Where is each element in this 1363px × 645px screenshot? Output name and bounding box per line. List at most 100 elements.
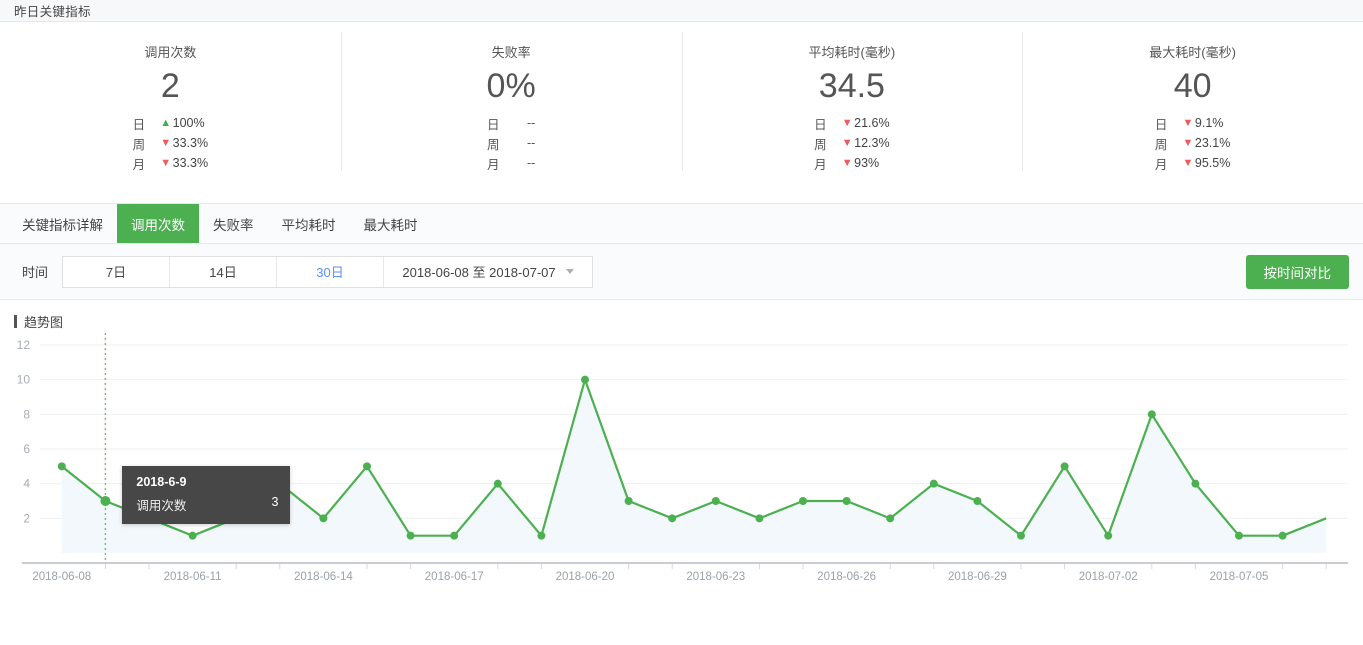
trend-delta-value: -- — [526, 136, 536, 150]
trend-period-label: 周 — [814, 137, 827, 152]
chart-data-point[interactable] — [57, 462, 66, 471]
trend-period-label: 月 — [486, 157, 500, 172]
range-preset-button[interactable]: 30日 — [277, 256, 385, 287]
trend-delta-value: -- — [526, 116, 536, 130]
trend-delta-value: 33.3% — [172, 136, 209, 150]
trend-delta-value: 93% — [854, 156, 880, 170]
x-axis-tick-label: 2018-06-20 — [556, 571, 615, 583]
chart-data-point[interactable] — [537, 531, 546, 540]
x-axis-tick-label: 2018-06-23 — [686, 571, 745, 583]
chart-data-point[interactable] — [1017, 531, 1025, 540]
chart-data-point[interactable] — [319, 514, 328, 523]
tab-item[interactable]: 平均耗时 — [268, 204, 350, 243]
chart-data-point[interactable] — [493, 479, 502, 488]
metric-trend-row: 月 ▼ 93% — [814, 153, 889, 173]
x-axis-tick-label: 2018-06-11 — [164, 571, 222, 583]
trend-down-arrow-icon: ▼ — [841, 117, 853, 129]
chart-data-point[interactable] — [232, 514, 241, 523]
trend-down-arrow-icon: ▼ — [160, 157, 172, 169]
metric-tab-bar: 关键指标详解 调用次数 失败率 平均耗时 最大耗时 — [0, 204, 1363, 244]
x-axis-tick-label: 2018-07-02 — [1079, 571, 1138, 583]
chart-data-point[interactable] — [929, 479, 938, 488]
trend-down-arrow-icon: ▼ — [1182, 137, 1194, 149]
chart-data-point[interactable] — [363, 462, 371, 471]
chart-area-fill — [61, 379, 1327, 553]
metric-card-label: 调用次数 — [144, 45, 197, 60]
trend-period-label: 日 — [814, 117, 827, 132]
chart-data-point[interactable] — [1191, 479, 1200, 488]
trend-period-label: 周 — [486, 137, 500, 152]
trend-period-label: 日 — [1154, 117, 1168, 132]
time-filter-label: 时间 — [22, 265, 49, 280]
y-axis-tick-label: 2 — [23, 511, 30, 525]
metric-trend-row: 日 -- — [487, 113, 535, 133]
metric-card-value: 40 — [1173, 67, 1212, 105]
chevron-down-icon — [565, 269, 574, 274]
chart-data-point[interactable] — [711, 497, 720, 505]
tab-item[interactable]: 失败率 — [199, 204, 268, 243]
chart-data-point[interactable] — [275, 479, 284, 488]
chart-data-point[interactable] — [145, 514, 153, 523]
metric-trend-row: 周 -- — [487, 133, 535, 153]
trend-delta-value: 23.1% — [1194, 136, 1231, 150]
x-axis-tick-label: 2018-06-14 — [294, 571, 353, 583]
metric-trend-row: 日 ▼ 9.1% — [1155, 113, 1230, 133]
trend-up-arrow-icon: ▲ — [160, 117, 172, 129]
chart-data-point[interactable] — [1278, 531, 1287, 540]
chart-data-point[interactable] — [842, 497, 851, 505]
metric-trend-row: 周 ▼ 23.1% — [1155, 133, 1230, 153]
trend-down-arrow-icon: ▼ — [841, 157, 853, 169]
trend-delta-value: 21.6% — [854, 116, 890, 130]
range-preset-button[interactable]: 7日 — [63, 256, 171, 287]
date-range-picker[interactable]: 2018-06-08 至 2018-07-07 — [384, 257, 592, 287]
trend-delta-value: 12.3% — [854, 136, 890, 150]
compare-by-time-button[interactable]: 按时间对比 — [1245, 254, 1349, 289]
metric-trend-row: 周 ▼ 33.3% — [133, 133, 208, 153]
metric-card-value: 2 — [160, 67, 180, 105]
trend-period-label: 周 — [132, 137, 146, 152]
chart-section-title: 趋势图 — [24, 315, 64, 330]
chart-data-point[interactable] — [1235, 531, 1243, 540]
chart-data-point[interactable] — [624, 497, 633, 505]
x-axis-tick-label: 2018-06-29 — [948, 571, 1007, 583]
chart-data-point[interactable] — [755, 514, 764, 523]
chart-data-point[interactable] — [100, 496, 111, 506]
tab-item[interactable]: 关键指标详解 — [8, 204, 117, 243]
chart-data-point[interactable] — [450, 531, 459, 540]
metric-card: 最大耗时(毫秒) 40 日 ▼ 9.1% 周 ▼ 23.1% 月 ▼ 95.5% — [1022, 22, 1363, 203]
x-axis-tick-label: 2018-07-05 — [1210, 571, 1269, 583]
chart-data-point[interactable] — [799, 497, 807, 505]
top-header-bar: 昨日关键指标 — [0, 0, 1363, 22]
metric-card: 平均耗时(毫秒) 34.5 日 ▼ 21.6% 周 ▼ 12.3% 月 ▼ 93% — [681, 22, 1023, 203]
chart-data-point[interactable] — [973, 497, 982, 505]
range-preset-button[interactable]: 14日 — [170, 256, 278, 287]
chart-data-point[interactable] — [1147, 410, 1156, 419]
trend-period-label: 日 — [486, 117, 500, 132]
metric-trend-row: 日 ▲ 100% — [133, 113, 208, 133]
time-range-segmented-control: 7日 14日 30日 2018-06-08 至 2018-07-07 — [62, 255, 594, 288]
chart-canvas-area[interactable]: 2 4 6 8 10 12 2018-06-08 2018-06-11 2018-06-14 20… — [0, 331, 1363, 596]
trend-period-label: 月 — [132, 157, 146, 172]
x-axis-tick-label: 2018-06-17 — [425, 571, 484, 583]
metric-trend-rows: 日 ▼ 9.1% 周 ▼ 23.1% 月 ▼ 95.5% — [1155, 113, 1230, 173]
chart-data-point[interactable] — [1104, 531, 1113, 540]
chart-data-point[interactable] — [188, 531, 197, 540]
tab-item[interactable]: 调用次数 — [117, 204, 199, 243]
metric-card: 调用次数 2 日 ▲ 100% 周 ▼ 33.3% 月 ▼ 33.3% — [0, 22, 341, 203]
trend-line-chart[interactable]: 2 4 6 8 10 12 2018-06-08 2018-06-11 2018-06-14 20… — [0, 331, 1363, 596]
chart-data-point[interactable] — [581, 375, 589, 384]
chart-data-point[interactable] — [886, 514, 895, 523]
metric-trend-row: 月 ▼ 33.3% — [133, 153, 208, 173]
chart-data-point[interactable] — [406, 531, 415, 540]
section-accent-bar — [14, 315, 17, 328]
metric-card-label: 失败率 — [491, 45, 531, 60]
chart-data-point[interactable] — [1060, 462, 1069, 471]
date-range-value: 2018-06-08 至 2018-07-07 — [402, 265, 556, 280]
metric-trend-row: 周 ▼ 12.3% — [814, 133, 889, 153]
chart-data-point[interactable] — [668, 514, 677, 523]
metric-trend-row: 月 -- — [487, 153, 535, 173]
tab-item[interactable]: 最大耗时 — [350, 204, 432, 243]
trend-down-arrow-icon: ▼ — [160, 137, 172, 149]
metric-trend-rows: 日 -- 周 -- 月 -- — [487, 113, 535, 173]
trend-delta-value: 100% — [172, 116, 205, 130]
